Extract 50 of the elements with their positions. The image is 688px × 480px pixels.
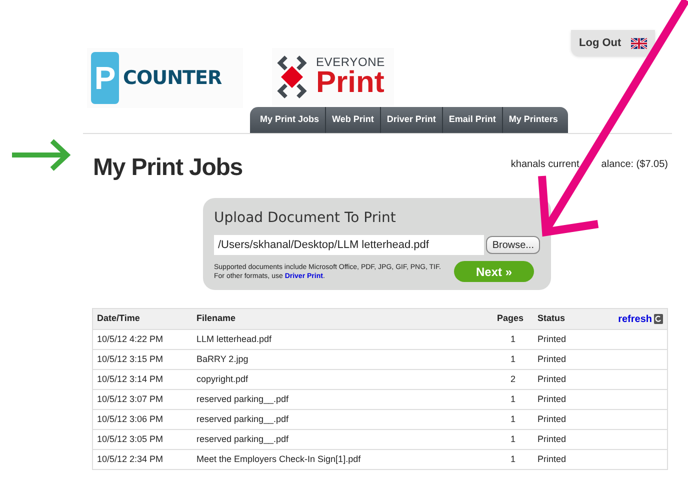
table-cell: Printed bbox=[538, 450, 608, 470]
table-cell: Printed bbox=[538, 430, 608, 450]
balance-text: alance: ($7.05) bbox=[601, 158, 668, 172]
table-cell: 10/5/12 3:05 PM bbox=[92, 430, 196, 450]
table-cell: 10/5/12 3:06 PM bbox=[92, 410, 196, 430]
column-header: Status bbox=[538, 308, 608, 330]
table-cell: 10/5/12 3:15 PM bbox=[92, 350, 196, 370]
table-cell: Printed bbox=[538, 330, 608, 350]
table-cell: Meet the Employers Check-In Sign[1].pdf bbox=[196, 450, 478, 470]
table-cell: BaRRY 2.jpg bbox=[196, 350, 478, 370]
table-cell: reserved parking__.pdf bbox=[196, 410, 478, 430]
refresh-icon[interactable] bbox=[654, 314, 663, 324]
logout-tab[interactable]: Log Out bbox=[571, 30, 655, 56]
table-cell: 1 bbox=[478, 390, 538, 410]
nav-tab[interactable]: Email Print bbox=[442, 107, 503, 133]
table-cell: LLM letterhead.pdf bbox=[196, 330, 478, 350]
column-header: Date/Time bbox=[92, 308, 196, 330]
table-cell: reserved parking__.pdf bbox=[196, 430, 478, 450]
column-header: Pages bbox=[478, 308, 538, 330]
nav-tab[interactable]: My Print Jobs bbox=[254, 107, 326, 133]
table-cell: Printed bbox=[538, 350, 608, 370]
pointer-arrow-drawing bbox=[10, 138, 72, 172]
table-cell: 10/5/12 4:22 PM bbox=[92, 330, 196, 350]
balance-text: khanals current bbox=[510, 158, 580, 172]
browse-button[interactable]: Browse... bbox=[486, 236, 540, 254]
uk-flag-icon[interactable] bbox=[631, 38, 647, 48]
table-cell: 10/5/12 3:14 PM bbox=[92, 370, 196, 390]
table-cell: Printed bbox=[538, 410, 608, 430]
table-cell: Printed bbox=[538, 390, 608, 410]
table-cell: 10/5/12 3:07 PM bbox=[92, 390, 196, 410]
table-cell: Printed bbox=[538, 370, 608, 390]
table-cell: 1 bbox=[478, 350, 538, 370]
nav-tab[interactable]: Driver Print bbox=[380, 107, 443, 133]
nav-tab[interactable]: Web Print bbox=[326, 107, 381, 133]
nav-tab[interactable]: My Printers bbox=[502, 107, 564, 133]
upload-title: Upload Document To Print bbox=[214, 209, 397, 228]
table-cell: reserved parking__.pdf bbox=[196, 390, 478, 410]
table-cell: 1 bbox=[478, 330, 538, 350]
table-cell: 2 bbox=[478, 370, 538, 390]
table-cell: copyright.pdf bbox=[196, 370, 478, 390]
file-path-field[interactable]: /Users/skhanal/Desktop/LLM letterhead.pdf bbox=[214, 235, 484, 255]
table-cell: 10/5/12 2:34 PM bbox=[92, 450, 196, 470]
column-header: Filename bbox=[196, 308, 478, 330]
everyoneprint-logo: EVERYONE Print bbox=[272, 48, 394, 106]
table-cell: 1 bbox=[478, 410, 538, 430]
table-cell: 1 bbox=[478, 430, 538, 450]
table-cell: 1 bbox=[478, 450, 538, 470]
refresh-link[interactable]: refresh bbox=[618, 312, 652, 326]
page-title: My Print Jobs bbox=[93, 153, 243, 183]
pcounter-logo: P COUNTER bbox=[87, 48, 243, 108]
